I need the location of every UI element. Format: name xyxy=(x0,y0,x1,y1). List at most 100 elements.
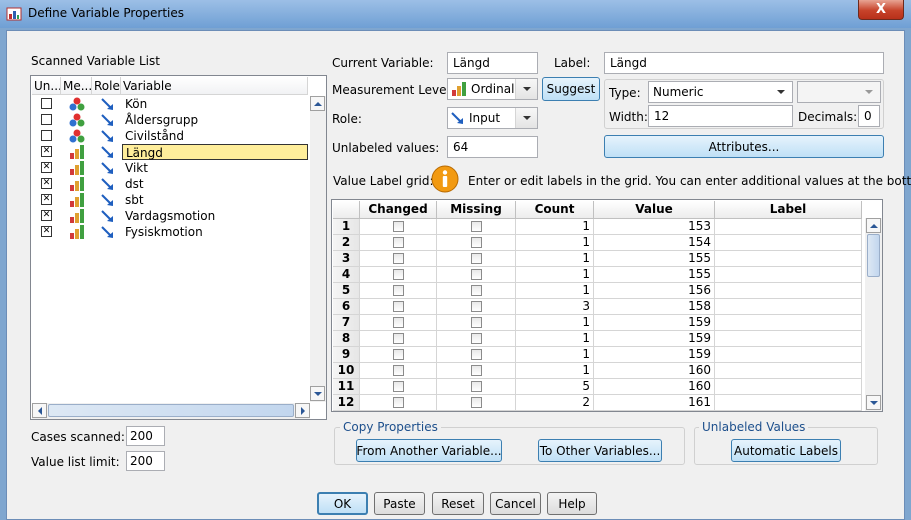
checkbox[interactable] xyxy=(392,333,404,344)
count-cell[interactable]: 3 xyxy=(516,299,594,315)
width-input[interactable]: 12 xyxy=(648,105,793,127)
missing-checkbox[interactable] xyxy=(437,267,516,283)
label-cell[interactable] xyxy=(715,283,862,299)
changed-checkbox[interactable] xyxy=(360,283,437,299)
grid-column-label[interactable]: Label xyxy=(715,201,862,219)
value-cell[interactable]: 161 xyxy=(594,395,715,411)
checkbox[interactable] xyxy=(470,381,482,392)
count-cell[interactable]: 1 xyxy=(516,331,594,347)
value-cell[interactable]: 159 xyxy=(594,331,715,347)
changed-checkbox[interactable] xyxy=(360,299,437,315)
column-role[interactable]: Role xyxy=(92,77,121,95)
label-cell[interactable] xyxy=(715,299,862,315)
reset-button[interactable]: Reset xyxy=(432,492,484,515)
changed-checkbox[interactable] xyxy=(360,395,437,411)
value-cell[interactable]: 158 xyxy=(594,299,715,315)
grid-scroll-down-button[interactable] xyxy=(866,395,881,410)
variable-row[interactable]: ✕ dst xyxy=(32,176,308,192)
unscanned-checkbox[interactable] xyxy=(41,114,52,125)
checkbox[interactable] xyxy=(392,237,404,248)
decimals-input[interactable]: 0 xyxy=(858,105,880,127)
checkbox[interactable] xyxy=(470,221,482,232)
value-cell[interactable]: 155 xyxy=(594,267,715,283)
missing-checkbox[interactable] xyxy=(437,395,516,411)
checkbox[interactable] xyxy=(392,349,404,360)
count-cell[interactable]: 1 xyxy=(516,267,594,283)
type-select[interactable]: Numeric xyxy=(648,81,793,103)
value-cell[interactable]: 159 xyxy=(594,347,715,363)
checkbox[interactable] xyxy=(470,349,482,360)
grid-column-count[interactable]: Count xyxy=(516,201,594,219)
count-cell[interactable]: 5 xyxy=(516,379,594,395)
role-select[interactable]: Input xyxy=(447,107,538,129)
checkbox[interactable] xyxy=(392,381,404,392)
checkbox[interactable] xyxy=(392,221,404,232)
value-cell[interactable]: 159 xyxy=(594,315,715,331)
value-cell[interactable]: 156 xyxy=(594,283,715,299)
checkbox[interactable] xyxy=(392,269,404,280)
missing-checkbox[interactable] xyxy=(437,251,516,267)
automatic-labels-button[interactable]: Automatic Labels xyxy=(731,439,841,462)
paste-button[interactable]: Paste xyxy=(374,492,425,515)
cancel-button[interactable]: Cancel xyxy=(490,492,541,515)
checkbox[interactable] xyxy=(392,397,404,408)
label-cell[interactable] xyxy=(715,331,862,347)
unscanned-checkbox[interactable] xyxy=(41,98,52,109)
variable-row[interactable]: ✕ Vardagsmotion xyxy=(32,208,308,224)
missing-checkbox[interactable] xyxy=(437,219,516,235)
unscanned-checkbox[interactable]: ✕ xyxy=(41,162,52,173)
checkbox[interactable] xyxy=(470,301,482,312)
checkbox[interactable] xyxy=(470,365,482,376)
variable-row[interactable]: Kön xyxy=(32,96,308,112)
label-cell[interactable] xyxy=(715,267,862,283)
grid-vertical-scrollbar[interactable] xyxy=(865,218,882,411)
count-cell[interactable]: 1 xyxy=(516,347,594,363)
checkbox[interactable] xyxy=(470,317,482,328)
column-unscanned[interactable]: Un... xyxy=(32,77,61,95)
checkbox[interactable] xyxy=(392,317,404,328)
vertical-scrollbar[interactable] xyxy=(310,96,326,402)
checkbox[interactable] xyxy=(392,301,404,312)
count-cell[interactable]: 1 xyxy=(516,363,594,379)
changed-checkbox[interactable] xyxy=(360,235,437,251)
value-cell[interactable]: 154 xyxy=(594,235,715,251)
changed-checkbox[interactable] xyxy=(360,331,437,347)
checkbox[interactable] xyxy=(470,269,482,280)
checkbox[interactable] xyxy=(470,333,482,344)
value-cell[interactable]: 160 xyxy=(594,363,715,379)
variable-row[interactable]: Åldersgrupp xyxy=(32,112,308,128)
value-label-grid[interactable]: Changed Missing Count Value Label 1 1 153 2… xyxy=(331,199,883,412)
close-button[interactable]: X xyxy=(858,0,904,20)
checkbox[interactable] xyxy=(392,365,404,376)
value-cell[interactable]: 153 xyxy=(594,219,715,235)
changed-checkbox[interactable] xyxy=(360,379,437,395)
scanned-variable-list[interactable]: Un... Me... Role Variable Kön Åldersgrupp… xyxy=(30,75,327,420)
measurement-level-select[interactable]: Ordinal xyxy=(447,78,538,100)
changed-checkbox[interactable] xyxy=(360,315,437,331)
scroll-up-button[interactable] xyxy=(310,96,325,111)
count-cell[interactable]: 1 xyxy=(516,219,594,235)
unscanned-checkbox[interactable]: ✕ xyxy=(41,194,52,205)
grid-column-changed[interactable]: Changed xyxy=(360,201,437,219)
to-other-variables-button[interactable]: To Other Variables... xyxy=(538,439,662,462)
count-cell[interactable]: 1 xyxy=(516,283,594,299)
count-cell[interactable]: 1 xyxy=(516,315,594,331)
missing-checkbox[interactable] xyxy=(437,235,516,251)
type-dropdown-arrow[interactable] xyxy=(770,82,792,102)
grid-scroll-thumb[interactable] xyxy=(867,234,880,277)
label-cell[interactable] xyxy=(715,235,862,251)
missing-checkbox[interactable] xyxy=(437,347,516,363)
missing-checkbox[interactable] xyxy=(437,315,516,331)
checkbox[interactable] xyxy=(392,285,404,296)
checkbox[interactable] xyxy=(470,285,482,296)
missing-checkbox[interactable] xyxy=(437,331,516,347)
column-variable[interactable]: Variable xyxy=(121,77,308,95)
attributes-button[interactable]: Attributes... xyxy=(604,135,884,158)
checkbox[interactable] xyxy=(470,237,482,248)
variable-row[interactable]: ✕ Vikt xyxy=(32,160,308,176)
label-cell[interactable] xyxy=(715,395,862,411)
from-another-variable-button[interactable]: From Another Variable... xyxy=(356,439,502,462)
value-cell[interactable]: 155 xyxy=(594,251,715,267)
variable-row[interactable]: ✕ Fysiskmotion xyxy=(32,224,308,240)
unscanned-checkbox[interactable]: ✕ xyxy=(41,210,52,221)
